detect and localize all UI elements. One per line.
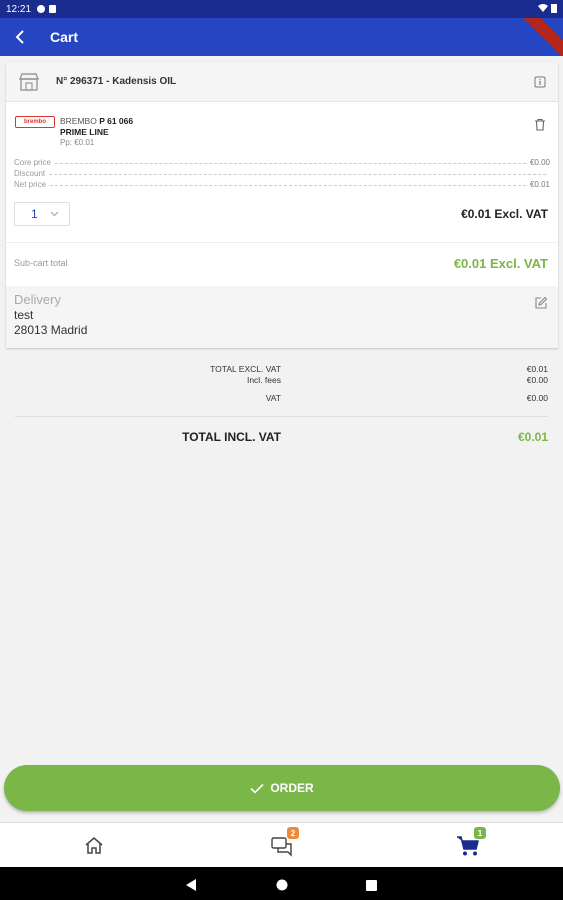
bottom-nav: 2 1 — [0, 822, 563, 867]
sub-cart-total-label: Sub-cart total — [14, 258, 68, 268]
delivery-name: test — [14, 308, 34, 322]
check-icon — [250, 783, 264, 794]
status-time: 12:21 — [6, 3, 32, 15]
status-bar: 12:21 — [0, 0, 563, 18]
total-incl-vat-value: €0.01 — [517, 430, 548, 444]
chevron-down-icon — [50, 211, 59, 217]
nav-messages[interactable]: 2 — [232, 823, 332, 868]
status-notification-icons — [37, 5, 57, 13]
sim-icon — [49, 5, 57, 13]
home-icon — [85, 837, 103, 854]
system-back-icon — [186, 879, 196, 891]
price-value: €0.01 — [529, 180, 550, 189]
debug-ribbon — [517, 18, 563, 56]
app-bar: Cart — [0, 18, 563, 56]
page-title: Cart — [50, 29, 79, 45]
brand-logo: brembo — [15, 116, 55, 128]
fees-label: Incl. fees — [246, 375, 281, 385]
vat-label: VAT — [265, 393, 281, 403]
edit-icon[interactable] — [534, 296, 548, 310]
system-back-button[interactable] — [186, 878, 197, 896]
system-home-button[interactable] — [276, 878, 288, 896]
price-label: Core price — [14, 158, 51, 167]
price-leader — [54, 163, 526, 164]
notification-icon — [37, 5, 46, 13]
delivery-section: Delivery test 28013 Madrid — [6, 286, 558, 348]
back-button[interactable] — [0, 18, 40, 56]
system-home-icon — [276, 879, 288, 891]
price-row-discount: Discount — [14, 167, 550, 178]
price-label: Net price — [14, 180, 47, 189]
price-label: Discount — [14, 169, 46, 178]
shop-header: N° 296371 - Kadensis OIL — [6, 62, 558, 102]
quantity-value: 1 — [31, 207, 38, 221]
totals-divider — [15, 416, 548, 417]
total-excl-vat-value: €0.01 — [526, 364, 548, 374]
price-leader — [49, 174, 546, 175]
back-arrow-icon — [15, 30, 24, 44]
nav-cart[interactable]: 1 — [418, 823, 518, 868]
sub-cart-total-row: Sub-cart total €0.01 Excl. VAT — [6, 242, 558, 284]
price-value: €0.00 — [529, 158, 550, 167]
sub-cart-card: N° 296371 - Kadensis OIL brembo BREMBO P… — [6, 62, 558, 348]
total-incl-vat-label: TOTAL INCL. VAT — [182, 430, 281, 444]
price-row-core: Core price €0.00 — [14, 156, 550, 167]
quantity-select[interactable]: 1 — [14, 202, 70, 226]
product-brand: BREMBO — [60, 116, 97, 126]
fees-value: €0.00 — [526, 375, 548, 385]
delivery-title: Delivery — [14, 292, 61, 307]
battery-icon — [551, 4, 557, 13]
system-recents-button[interactable] — [366, 878, 377, 896]
order-button[interactable]: ORDER — [4, 765, 560, 811]
product-pp: Pp: €0.01 — [60, 138, 95, 147]
product-reference: BREMBO P 61 066 — [60, 116, 133, 126]
trash-icon[interactable] — [534, 118, 546, 131]
delivery-address: 28013 Madrid — [14, 323, 88, 337]
shop-name: N° 296371 - Kadensis OIL — [56, 76, 177, 87]
messages-badge: 2 — [287, 827, 299, 839]
wifi-icon — [538, 4, 548, 12]
total-excl-vat-label: TOTAL EXCL. VAT — [210, 364, 281, 374]
order-button-label: ORDER — [270, 781, 314, 795]
vat-value: €0.00 — [526, 393, 548, 403]
product-line: PRIME LINE — [60, 127, 109, 137]
nav-home[interactable] — [44, 823, 144, 868]
price-row-net: Net price €0.01 — [14, 178, 550, 189]
line-total: €0.01 Excl. VAT — [461, 207, 548, 221]
system-recents-icon — [366, 880, 377, 891]
status-system-icons — [538, 3, 557, 13]
shop-icon — [18, 73, 40, 91]
sub-cart-total-value: €0.01 Excl. VAT — [453, 256, 548, 271]
info-icon[interactable] — [534, 76, 546, 88]
cart-badge: 1 — [474, 827, 486, 839]
price-leader — [50, 185, 526, 186]
product-ref: P 61 066 — [99, 116, 134, 126]
quantity-row: 1 €0.01 Excl. VAT — [6, 200, 558, 234]
system-nav-bar — [0, 867, 563, 900]
